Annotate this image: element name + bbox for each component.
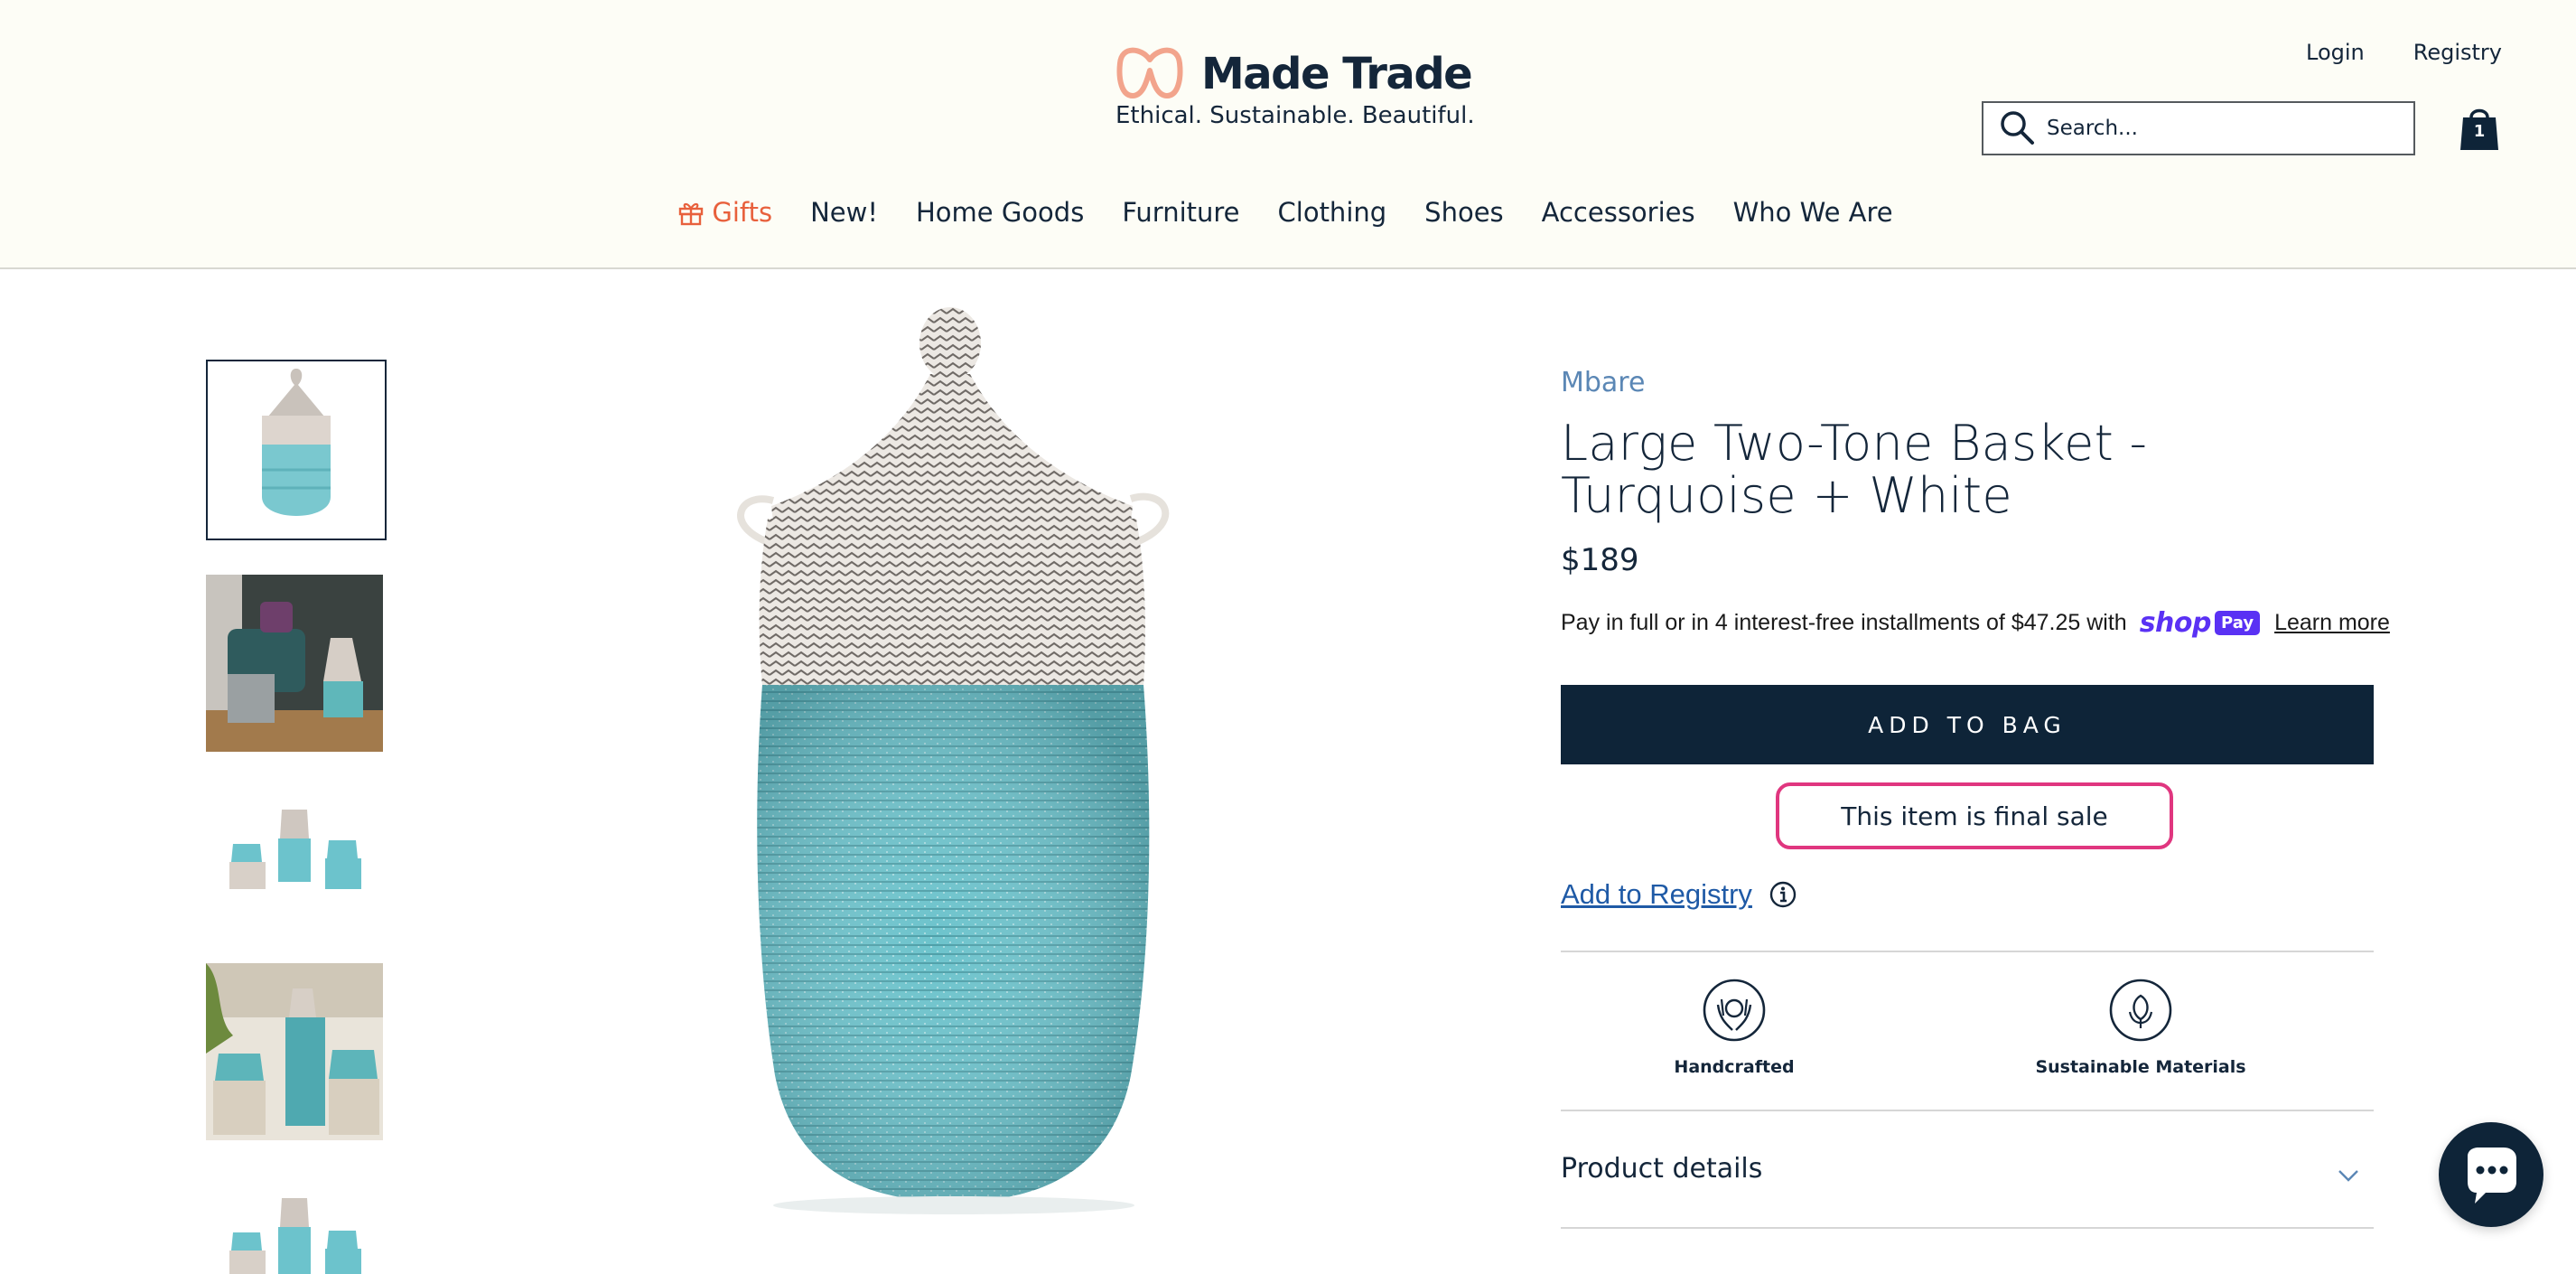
nav-item-furniture[interactable]: Furniture (1122, 197, 1239, 228)
sustainable-materials-icon (2109, 979, 2172, 1042)
thumbnail-image (206, 772, 383, 949)
nav-item-accessories[interactable]: Accessories (1542, 197, 1695, 228)
thumbnail-basket-front[interactable] (206, 360, 387, 540)
search-icon[interactable] (1998, 108, 2038, 148)
nav-item-clothing[interactable]: Clothing (1278, 197, 1387, 228)
thumbnail-basket-lifestyle[interactable] (206, 963, 387, 1144)
thumbnail-image (208, 361, 385, 539)
divider (1561, 1227, 2374, 1229)
thumbnail-image (206, 575, 383, 752)
login-link[interactable]: Login (2306, 40, 2365, 65)
product-price: $189 (1561, 542, 1639, 578)
thumbnail-image (206, 963, 383, 1140)
installments-info: Pay in full or in 4 interest-free instal… (1561, 607, 2390, 639)
nav-item-gifts[interactable]: Gifts (677, 197, 772, 228)
product-details-accordion[interactable]: Product details (1561, 1111, 2374, 1225)
chat-button[interactable] (2439, 1122, 2543, 1227)
logo-mark-icon (1116, 47, 1183, 98)
registry-link[interactable]: Registry (2413, 40, 2502, 65)
feature-handcrafted: Handcrafted (1599, 978, 1870, 1077)
thumbnail-basket-trio-2[interactable] (206, 1166, 387, 1274)
logo-wordmark: Made Trade (1201, 49, 1473, 99)
feature-label-sustainable-materials: Sustainable Materials (2035, 1057, 2246, 1077)
made-trade-logo[interactable]: Made Trade Ethical. Sustainable. Beautif… (1115, 45, 1475, 136)
registry-row: Add to Registry (1561, 878, 1797, 911)
nav-item-shoes[interactable]: Shoes (1424, 197, 1503, 228)
info-icon[interactable] (1769, 880, 1797, 909)
add-to-bag-button[interactable]: ADD TO BAG (1561, 685, 2374, 764)
chat-bubble-icon (2468, 1148, 2516, 1204)
shop-pay-logo: shop (2139, 607, 2212, 639)
product-title: Large Two-Tone Basket - Turquoise + Whit… (1561, 415, 2148, 524)
handcrafted-icon (1703, 979, 1766, 1042)
feature-label-handcrafted: Handcrafted (1674, 1057, 1795, 1077)
thumbnail-image (206, 1166, 383, 1274)
add-to-registry-link[interactable]: Add to Registry (1561, 878, 1752, 911)
account-links: Login Registry (2306, 40, 2502, 65)
search-box[interactable] (1982, 101, 2415, 155)
bag-count-badge: 1 (2473, 122, 2486, 141)
nav-label-gifts: Gifts (712, 197, 773, 228)
main-nav: Gifts New! Home Goods Furniture Clothing… (0, 197, 2576, 228)
search-input[interactable] (2047, 117, 2399, 140)
thumbnail-basket-trio[interactable] (206, 772, 387, 952)
nav-item-new[interactable]: New! (810, 197, 878, 228)
learn-more-link[interactable]: Learn more (2274, 610, 2390, 636)
nav-item-who-we-are[interactable]: Who We Are (1733, 197, 1893, 228)
thumbnail-basket-room[interactable] (206, 575, 387, 755)
shop-pay-badge: Pay (2215, 611, 2261, 635)
product-details-label: Product details (1561, 1152, 1763, 1185)
chevron-down-icon (2338, 1170, 2358, 1182)
divider (1561, 951, 2374, 952)
final-sale-notice: This item is final sale (1776, 782, 2173, 849)
product-main-image[interactable] (542, 298, 1283, 1274)
feature-sustainable-materials: Sustainable Materials (2005, 978, 2276, 1077)
logo-tagline: Ethical. Sustainable. Beautiful. (1115, 102, 1475, 129)
installments-text: Pay in full or in 4 interest-free instal… (1561, 610, 2127, 635)
site-header: Made Trade Ethical. Sustainable. Beautif… (0, 0, 2576, 269)
shopping-bag-button[interactable]: 1 (2459, 105, 2500, 152)
product-brand-link[interactable]: Mbare (1561, 367, 1645, 398)
gift-icon (679, 202, 704, 226)
nav-item-home-goods[interactable]: Home Goods (916, 197, 1084, 228)
